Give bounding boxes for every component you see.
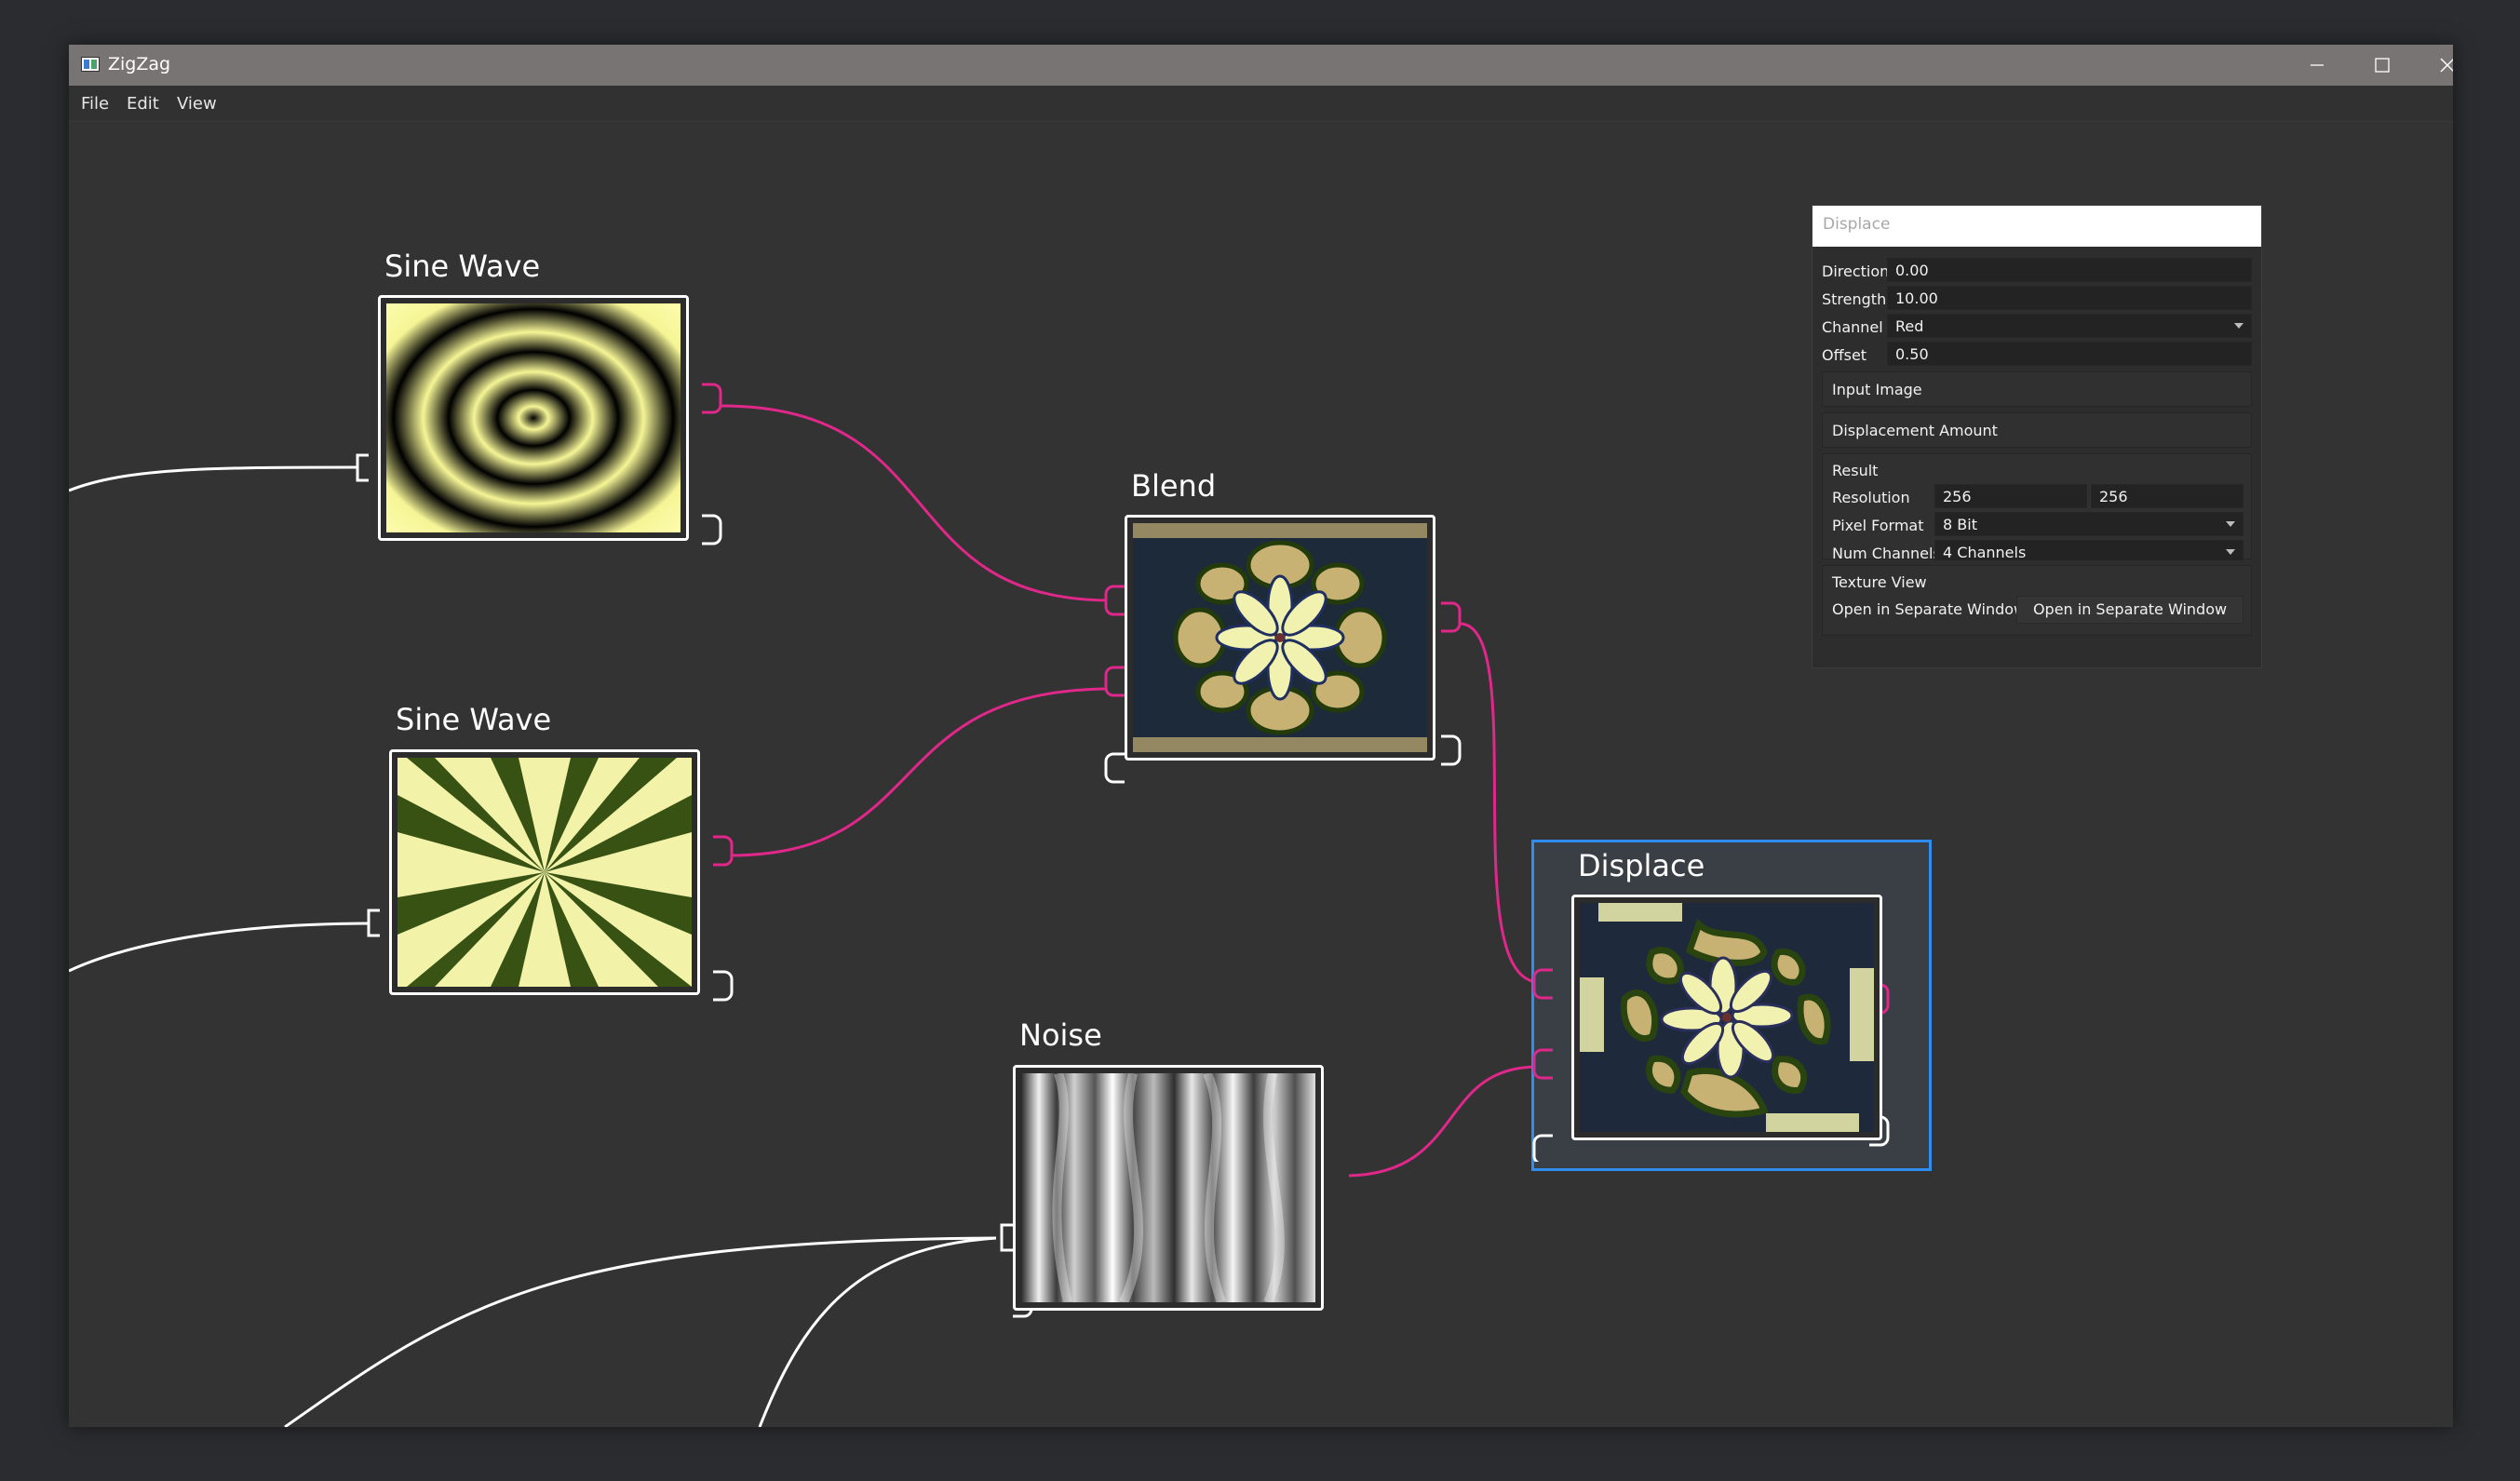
texture-view-section: Texture View Open in Separate Window Ope… bbox=[1822, 565, 2252, 636]
input-port[interactable] bbox=[1532, 1048, 1553, 1080]
pixel-format-value: 8 Bit bbox=[1943, 516, 1977, 533]
sine-wave-preview bbox=[386, 303, 681, 532]
node-title: Sine Wave bbox=[396, 702, 552, 737]
title-bar[interactable]: ZigZag bbox=[69, 45, 2453, 86]
wire[interactable] bbox=[69, 922, 370, 973]
channel-label: Channel bbox=[1822, 318, 1883, 336]
offset-field[interactable]: 0.50 bbox=[1887, 342, 2252, 366]
blend-node[interactable] bbox=[1125, 515, 1435, 761]
maximize-icon bbox=[2375, 58, 2390, 73]
offset-label: Offset bbox=[1822, 346, 1867, 364]
displacement-amount-section[interactable]: Displacement Amount bbox=[1822, 412, 2252, 448]
wire[interactable] bbox=[284, 1236, 997, 1427]
offset-row: Offset 0.50 bbox=[1813, 342, 2261, 368]
input-port[interactable] bbox=[1104, 585, 1125, 616]
properties-header: Displace bbox=[1813, 206, 2261, 247]
menu-edit[interactable]: Edit bbox=[127, 94, 159, 114]
properties-panel: Displace Direction 0.00 Strength 10.00 C… bbox=[1812, 205, 2262, 668]
resolution-height-field[interactable]: 256 bbox=[2091, 484, 2244, 508]
displace-node[interactable] bbox=[1571, 895, 1882, 1140]
resolution-label: Resolution bbox=[1832, 489, 1910, 506]
input-image-section[interactable]: Input Image bbox=[1822, 371, 2252, 407]
input-port[interactable] bbox=[1532, 1134, 1553, 1162]
maximize-button[interactable] bbox=[2351, 45, 2414, 86]
sine-wave-node-1[interactable] bbox=[378, 295, 689, 541]
window-title: ZigZag bbox=[108, 54, 171, 74]
noise-preview bbox=[1021, 1073, 1315, 1302]
num-channels-label: Num Channels bbox=[1832, 545, 1941, 562]
sine-wave-node-2[interactable] bbox=[389, 749, 700, 995]
direction-field[interactable]: 0.00 bbox=[1887, 258, 2252, 282]
num-channels-value: 4 Channels bbox=[1943, 544, 2027, 561]
result-title: Result bbox=[1832, 462, 1879, 479]
output-port[interactable] bbox=[702, 514, 722, 545]
output-port[interactable] bbox=[1441, 601, 1462, 633]
input-port[interactable] bbox=[1104, 666, 1125, 697]
displacement-amount-label: Displacement Amount bbox=[1832, 422, 1998, 439]
strength-label: Strength bbox=[1822, 290, 1887, 308]
direction-label: Direction bbox=[1822, 263, 1890, 280]
input-port[interactable] bbox=[1000, 1223, 1013, 1252]
wire[interactable] bbox=[1459, 622, 1539, 984]
wire[interactable] bbox=[758, 1236, 997, 1427]
input-port[interactable] bbox=[1104, 752, 1125, 784]
input-image-label: Input Image bbox=[1832, 381, 1922, 398]
channel-row: Channel Red bbox=[1813, 314, 2261, 340]
num-channels-select[interactable]: 4 Channels bbox=[1934, 540, 2244, 561]
pixel-format-select[interactable]: 8 Bit bbox=[1934, 512, 2244, 536]
wire[interactable] bbox=[1348, 1065, 1539, 1178]
resolution-width-field[interactable]: 256 bbox=[1934, 484, 2087, 508]
output-port[interactable] bbox=[1441, 734, 1462, 766]
output-port[interactable] bbox=[713, 970, 734, 1002]
menu-view[interactable]: View bbox=[177, 94, 217, 114]
node-title: Displace bbox=[1578, 848, 1705, 883]
texture-view-title: Texture View bbox=[1832, 573, 1927, 591]
strength-field[interactable]: 10.00 bbox=[1887, 286, 2252, 310]
chevron-down-icon bbox=[2226, 549, 2235, 555]
chevron-down-icon bbox=[2226, 521, 2235, 527]
channel-select[interactable]: Red bbox=[1887, 314, 2252, 338]
output-port[interactable] bbox=[713, 835, 734, 867]
node-title: Sine Wave bbox=[384, 249, 541, 284]
input-port[interactable] bbox=[367, 909, 380, 937]
displace-preview bbox=[1580, 903, 1874, 1132]
node-title: Noise bbox=[1019, 1017, 1102, 1053]
node-title: Blend bbox=[1131, 468, 1217, 504]
close-button[interactable] bbox=[2416, 45, 2453, 86]
menu-bar: File Edit View bbox=[69, 86, 2453, 122]
blend-preview bbox=[1133, 523, 1427, 752]
direction-row: Direction 0.00 bbox=[1813, 258, 2261, 284]
wire[interactable] bbox=[720, 404, 1112, 602]
strength-row: Strength 10.00 bbox=[1813, 286, 2261, 312]
open-separate-window-label: Open in Separate Window bbox=[1832, 600, 2027, 618]
pixel-format-label: Pixel Format bbox=[1832, 517, 1924, 534]
app-icon bbox=[81, 57, 100, 72]
noise-node[interactable] bbox=[1013, 1065, 1324, 1311]
minimize-icon bbox=[2311, 64, 2324, 66]
input-port[interactable] bbox=[356, 453, 369, 482]
input-port[interactable] bbox=[1532, 968, 1553, 1000]
open-separate-window-button[interactable]: Open in Separate Window bbox=[2016, 596, 2244, 624]
channel-value: Red bbox=[1895, 317, 1924, 335]
menu-file[interactable]: File bbox=[81, 94, 109, 114]
output-port[interactable] bbox=[702, 383, 722, 414]
app-window: ZigZag File Edit View Sine Wave Sine Wav… bbox=[69, 45, 2453, 1427]
chevron-down-icon bbox=[2234, 323, 2244, 329]
wire[interactable] bbox=[69, 465, 358, 492]
close-icon bbox=[2440, 58, 2453, 73]
minimize-button[interactable] bbox=[2285, 45, 2349, 86]
wire[interactable] bbox=[729, 687, 1112, 857]
sine-wave-preview bbox=[398, 758, 692, 987]
result-section: Result Resolution 256 256 Pixel Format 8… bbox=[1822, 453, 2252, 562]
